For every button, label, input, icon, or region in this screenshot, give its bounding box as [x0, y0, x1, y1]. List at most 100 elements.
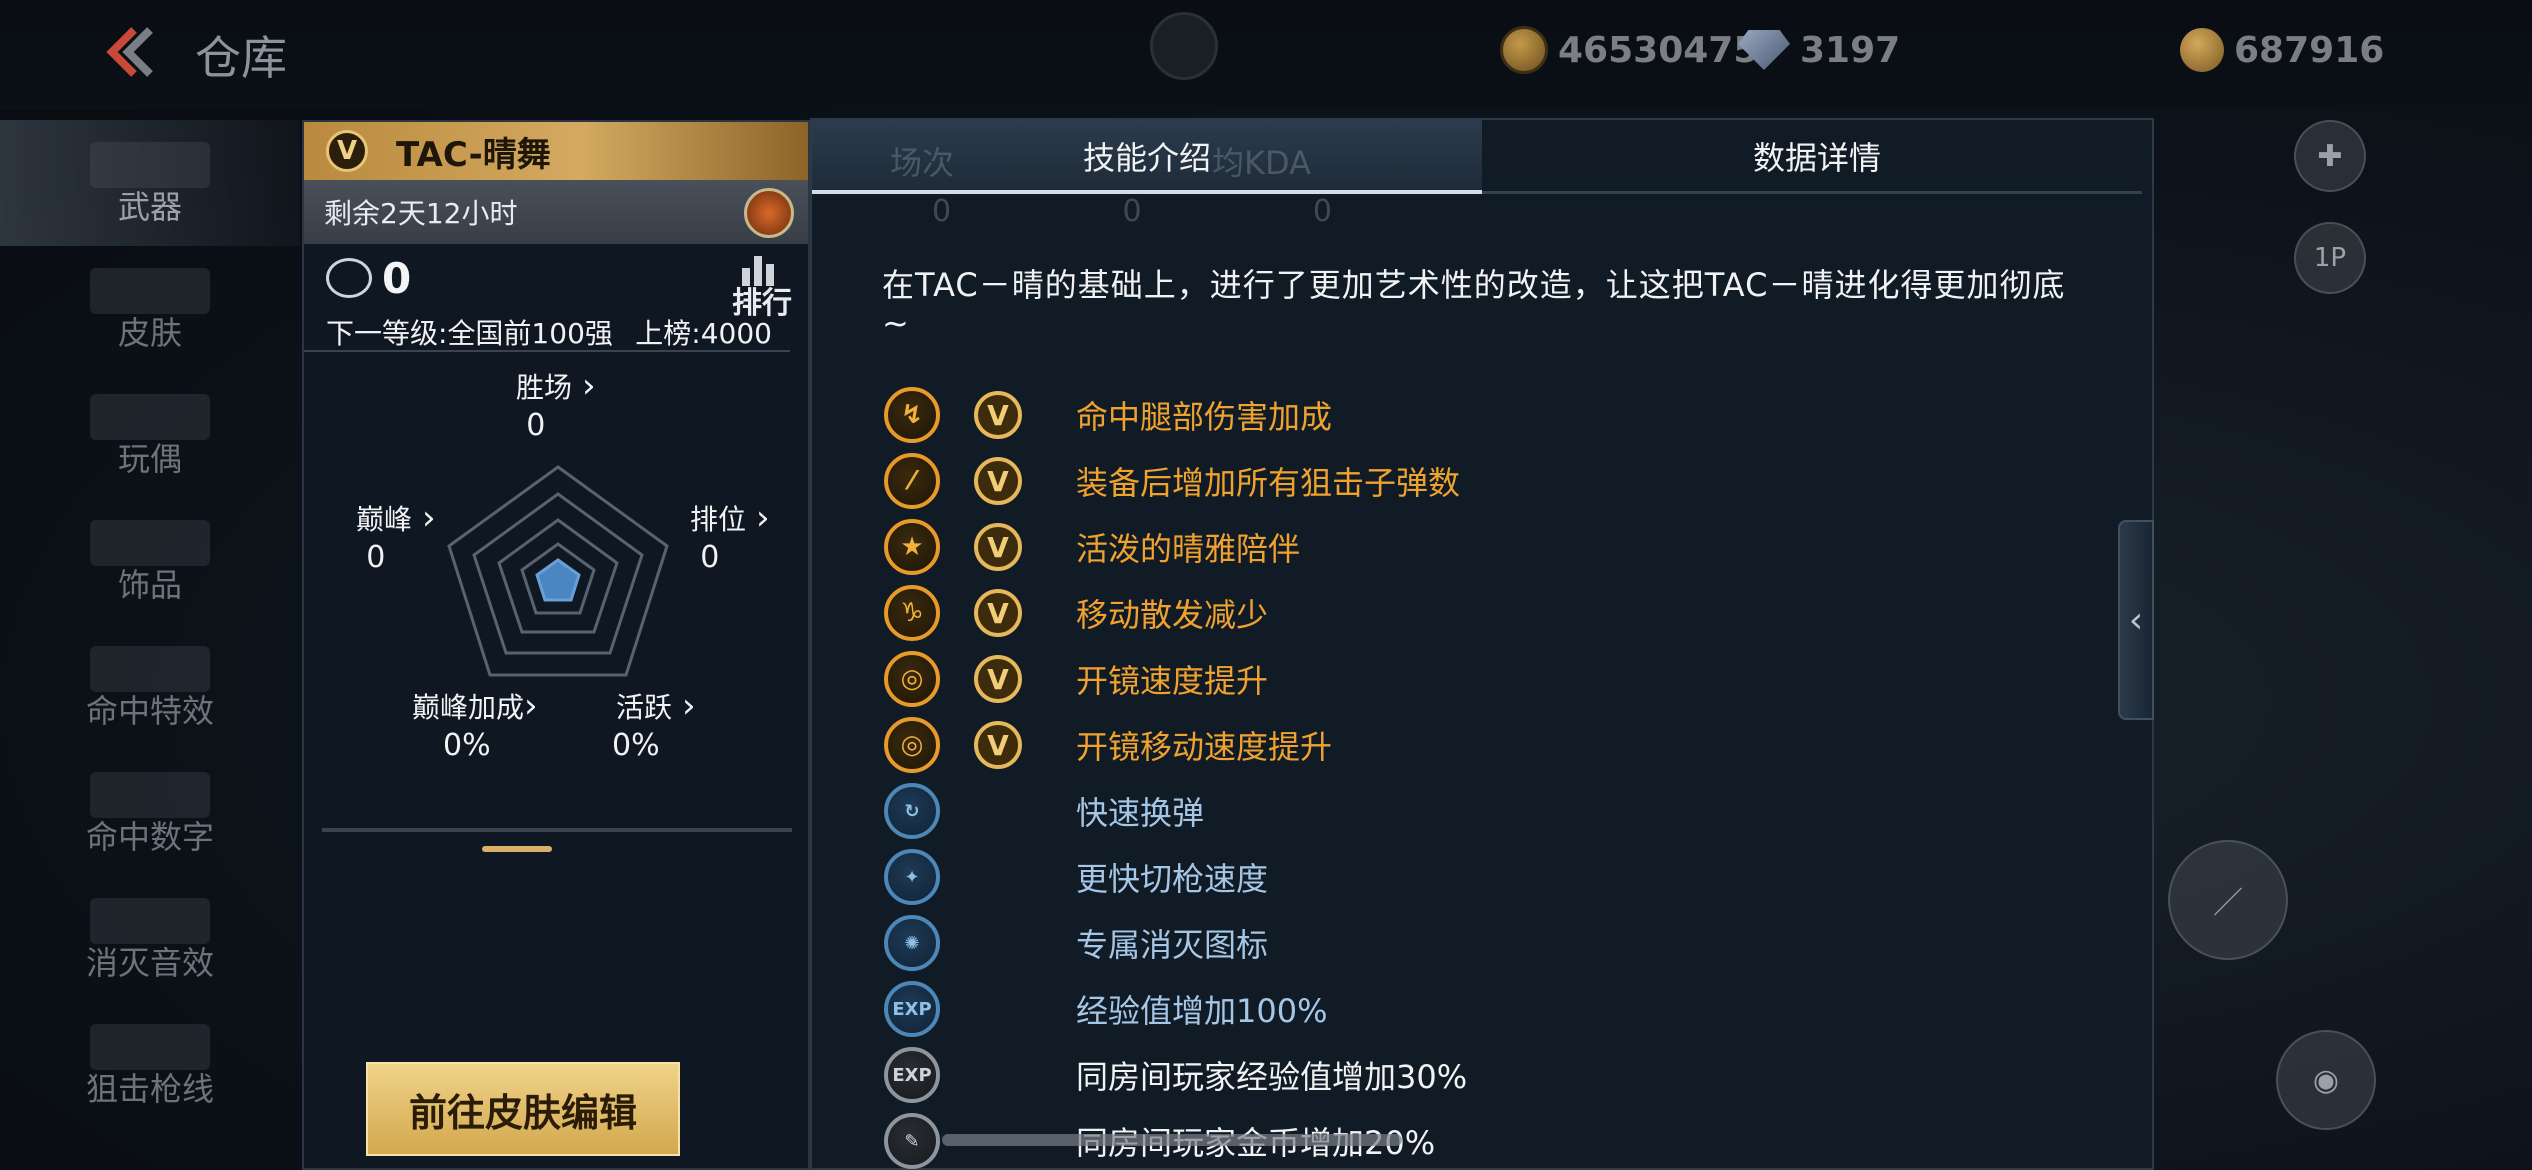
nav-item-label: 命中数字 [85, 818, 214, 856]
stat-active[interactable]: 活跃 › 0% [612, 686, 700, 763]
skill-text: 专属消灭图标 [1076, 926, 1269, 964]
sniper-line-silhouette-icon [90, 1024, 210, 1070]
edit-skin-button[interactable]: 前往皮肤编辑 [366, 1062, 680, 1156]
nav-item-weapons[interactable]: 武器 [0, 120, 300, 246]
back-button[interactable] [100, 22, 160, 82]
chevron-right-icon: › [582, 366, 596, 406]
ghost-value: 0 [1312, 194, 1332, 229]
skill-row: ♑ V 移动散发减少 [884, 580, 2084, 646]
coin-balance[interactable]: 46530475 [1500, 22, 1758, 78]
ghost-header: 场次 [890, 144, 955, 182]
detail-tabs: 场次 均KDA 技能介绍 数据详情 [812, 120, 2142, 194]
stat-value: 0% [612, 728, 660, 763]
coin-amount: 46530475 [1558, 29, 1759, 71]
stat-value: 0 [526, 408, 546, 443]
ghost-header: 均KDA [1212, 144, 1311, 182]
skill-row: ◎ V 开镜移动速度提升 [884, 712, 2084, 778]
accessory-silhouette-icon [90, 520, 210, 566]
weapon-name: TAC-晴舞 [396, 134, 551, 175]
leg-hit-icon: ↯ [884, 387, 940, 443]
nav-item-kill-sounds[interactable]: 消灭音效 [0, 876, 300, 1002]
points-icon [2180, 28, 2224, 72]
gamepad-icon[interactable]: ✚ [2294, 120, 2366, 192]
chevron-right-icon: › [682, 686, 696, 726]
nav-item-label: 命中特效 [85, 692, 214, 730]
collapse-panel-button[interactable]: ‹ [2118, 520, 2154, 720]
nav-item-dolls[interactable]: 玩偶 [0, 372, 300, 498]
chevron-right-icon: › [422, 498, 436, 538]
stat-ranked[interactable]: 排位 › 0 [690, 498, 770, 575]
kill-icon: ✺ [884, 915, 940, 971]
vip-level-icon: V [974, 655, 1022, 703]
leaderboard-label: 排行 [732, 286, 792, 321]
page-indicator [482, 846, 552, 852]
skill-row: ★ V 活泼的晴雅陪伴 [884, 514, 2084, 580]
vip-level-icon: V [974, 523, 1022, 571]
skill-list: ↯ V 命中腿部伤害加成 ⁄ V 装备后增加所有狙击子弹数 ★ V 活泼的晴雅陪伴 ♑ V 移动散发减… [884, 382, 2084, 1170]
skill-text: 经验值增加100% [1076, 992, 1328, 1030]
top-center-icon [1150, 12, 1218, 80]
room-exp-icon: EXP [884, 1047, 940, 1103]
scope-icon: ◎ [884, 651, 940, 707]
stat-value: 0% [443, 728, 491, 763]
stat-label: 胜场 [516, 371, 573, 404]
tab-data-details[interactable]: 数据详情 [1482, 120, 2152, 191]
category-nav: 武器 皮肤 玩偶 饰品 命中特效 命中数字 消灭音效 狙击枪线 [0, 120, 300, 1128]
next-level-row: 下一等级:全国前100强 上榜:4000 [304, 312, 790, 352]
hit-effect-silhouette-icon [90, 646, 210, 692]
doll-silhouette-icon [90, 394, 210, 440]
rank-row: 0 排行 [304, 244, 808, 321]
coin-icon [1500, 26, 1548, 74]
vip-level-icon: V [974, 457, 1022, 505]
nav-item-hit-effects[interactable]: 命中特效 [0, 624, 300, 750]
diamond-icon [1738, 30, 1790, 70]
card-divider [322, 828, 792, 832]
skill-row: ⁄ V 装备后增加所有狙击子弹数 [884, 448, 2084, 514]
skill-row: ↻ 快速换弹 [884, 778, 2084, 844]
skin-silhouette-icon [90, 268, 210, 314]
points-balance[interactable]: 687916 [2180, 22, 2384, 78]
star-icon: ★ [884, 519, 940, 575]
nav-item-accessories[interactable]: 饰品 [0, 498, 300, 624]
skill-text: 命中腿部伤害加成 [1076, 398, 1333, 436]
skill-text: 移动散发减少 [1076, 596, 1269, 634]
stat-peak-bonus[interactable]: 巅峰加成› 0% [412, 686, 538, 763]
skill-row: EXP 经验值增加100% [884, 976, 2084, 1042]
stat-peak[interactable]: 巅峰 › 0 [356, 498, 436, 575]
skill-row: EXP 同房间玩家经验值增加30% [884, 1042, 2084, 1108]
nav-item-skins[interactable]: 皮肤 [0, 246, 300, 372]
chevron-left-icon: ‹ [2128, 599, 2144, 641]
tab-skill-intro[interactable]: 场次 均KDA 技能介绍 [812, 120, 1482, 194]
nav-item-sniper-line[interactable]: 狙击枪线 [0, 1002, 300, 1128]
skill-text: 更快切枪速度 [1076, 860, 1269, 898]
back-arrow-icon [106, 27, 153, 77]
skill-row: ↯ V 命中腿部伤害加成 [884, 382, 2084, 448]
skill-row: ✦ 更快切枪速度 [884, 844, 2084, 910]
hit-number-silhouette-icon [90, 772, 210, 818]
vip-level-icon: V [974, 391, 1022, 439]
kill-sound-silhouette-icon [90, 898, 210, 944]
chevron-right-icon: › [524, 686, 538, 726]
ghost-value: 0 [1122, 194, 1142, 229]
eye-hidden-icon[interactable]: ◉ [2276, 1030, 2376, 1130]
nav-item-label: 玩偶 [117, 440, 182, 478]
nav-item-hit-numbers[interactable]: 命中数字 [0, 750, 300, 876]
scroll-indicator[interactable] [942, 1134, 1402, 1146]
room-gold-icon: ✎ [884, 1113, 940, 1169]
player-view-button[interactable]: 1P [2294, 222, 2366, 294]
diamond-amount: 3197 [1800, 29, 1901, 71]
diamond-balance[interactable]: 3197 [1738, 22, 1900, 78]
skill-text: 同房间玩家经验值增加30% [1076, 1058, 1468, 1096]
detail-panel: 场次 均KDA 技能介绍 数据详情 0 0 0 在TAC－晴的基础上，进行了更加… [810, 118, 2154, 1170]
vip-badge-icon: V [326, 130, 368, 172]
skill-text: 快速换弹 [1076, 794, 1205, 832]
skill-text: 活泼的晴雅陪伴 [1076, 530, 1301, 568]
stat-wins[interactable]: 胜场 › 0 [516, 366, 596, 443]
weapon-silhouette-icon [90, 142, 210, 188]
nav-item-label: 武器 [117, 188, 182, 226]
knife-icon[interactable]: ／ [2168, 840, 2288, 960]
skin-swap-icon[interactable] [744, 188, 794, 238]
top-bar: 仓库 46530475 3197 687916 [0, 0, 2532, 110]
rank-eye-icon [326, 258, 372, 298]
vip-level-icon: V [974, 589, 1022, 637]
